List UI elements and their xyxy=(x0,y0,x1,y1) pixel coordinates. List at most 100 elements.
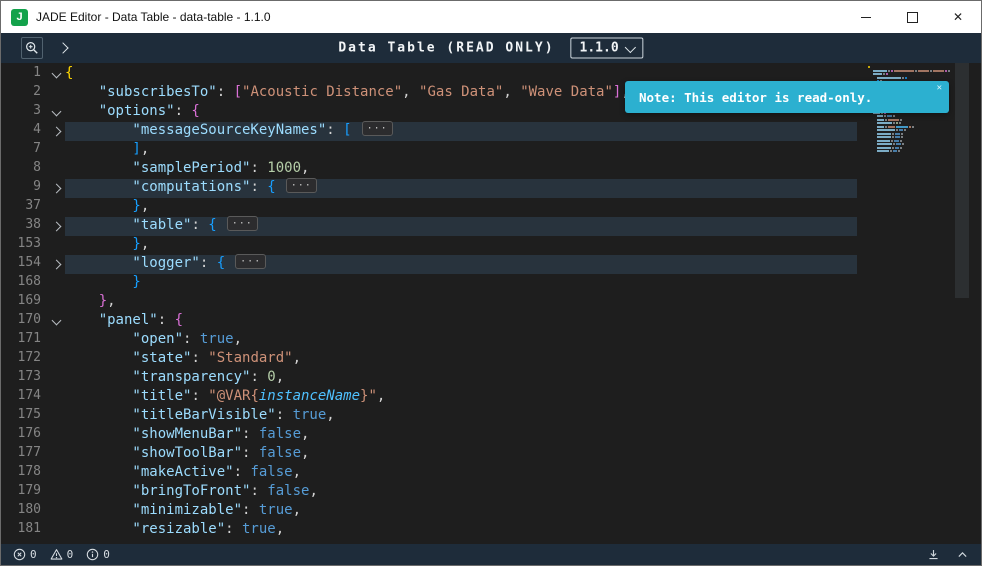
code-line[interactable]: 37}, xyxy=(1,198,857,217)
code-line[interactable]: 177 "showToolBar": false, xyxy=(1,445,857,464)
toolbar-center-group: Data Table (READ ONLY) 1.1.0 xyxy=(338,37,644,59)
window-controls: ✕ xyxy=(843,1,981,33)
code-text: "bringToFront": false, xyxy=(132,483,318,499)
code-line[interactable]: 170 "panel": { xyxy=(1,312,857,331)
scrollbar-thumb[interactable] xyxy=(955,63,969,298)
code-line[interactable]: 174 "title": "@VAR{instanceName}", xyxy=(1,388,857,407)
code-text: "panel": { xyxy=(98,312,184,328)
chevron-up-icon xyxy=(958,552,967,557)
download-icon xyxy=(929,550,938,560)
fold-right-icon[interactable] xyxy=(47,255,65,274)
code-line[interactable]: 168} xyxy=(1,274,857,293)
warning-count: 0 xyxy=(66,548,74,561)
toast-close-icon[interactable]: ✕ xyxy=(937,83,942,93)
expand-chevron-button[interactable] xyxy=(52,37,74,59)
line-number: 2 xyxy=(33,84,41,99)
code-line[interactable]: 171 "open": true, xyxy=(1,331,857,350)
code-text: "resizable": true, xyxy=(132,521,285,537)
fold-down-icon[interactable] xyxy=(47,65,65,84)
code-line[interactable]: 178 "makeActive": false, xyxy=(1,464,857,483)
folded-region-badge[interactable]: ··· xyxy=(285,177,317,193)
code-line[interactable]: 179 "bringToFront": false, xyxy=(1,483,857,502)
warnings-status[interactable]: 0 xyxy=(50,548,74,561)
code-line[interactable]: 173 "transparency": 0, xyxy=(1,369,857,388)
close-button[interactable]: ✕ xyxy=(935,1,981,33)
jade-logo-icon: J xyxy=(11,8,28,26)
code-line[interactable]: 169}, xyxy=(1,293,857,312)
line-number: 168 xyxy=(17,274,41,289)
maximize-button[interactable] xyxy=(889,1,935,33)
code-text: }, xyxy=(132,236,150,252)
line-number: 7 xyxy=(33,141,41,156)
code-line[interactable]: 8 "samplePeriod": 1000, xyxy=(1,160,857,179)
code-line[interactable]: 172 "state": "Standard", xyxy=(1,350,857,369)
error-icon xyxy=(13,548,26,561)
info-icon xyxy=(87,548,99,561)
code-editor: 1{2 "subscribesTo": ["Acoustic Distance",… xyxy=(1,63,981,544)
code-line[interactable]: 7], xyxy=(1,141,857,160)
folded-region-badge[interactable]: ··· xyxy=(361,120,393,136)
minimize-button[interactable] xyxy=(843,1,889,33)
problems-summary: 0 0 0 xyxy=(13,548,110,561)
code-line[interactable]: 4 "messageSourceKeyNames": [··· xyxy=(1,120,857,141)
app-window: J JADE Editor - Data Table - data-table … xyxy=(0,0,982,566)
line-number: 37 xyxy=(25,198,41,213)
code-area: 1{2 "subscribesTo": ["Acoustic Distance",… xyxy=(1,65,857,540)
fold-right-icon[interactable] xyxy=(47,217,65,236)
code-line[interactable]: 9 "computations": {··· xyxy=(1,177,857,198)
warning-icon xyxy=(50,549,63,560)
line-number: 38 xyxy=(25,217,41,232)
version-dropdown[interactable]: 1.1.0 xyxy=(570,37,644,59)
code-text: "titleBarVisible": true, xyxy=(132,407,335,423)
line-number: 172 xyxy=(17,350,41,365)
code-text: "table": {··· xyxy=(65,215,857,236)
editor-toolbar: Data Table (READ ONLY) 1.1.0 xyxy=(1,33,981,63)
info-count: 0 xyxy=(103,548,110,561)
folded-region-badge[interactable]: ··· xyxy=(235,253,267,269)
line-number: 8 xyxy=(33,160,41,175)
code-line[interactable]: 154 "logger": {··· xyxy=(1,253,857,274)
collapse-panel-button[interactable] xyxy=(956,548,969,561)
chevron-right-icon xyxy=(57,42,69,54)
code-line[interactable]: 175 "titleBarVisible": true, xyxy=(1,407,857,426)
version-label: 1.1.0 xyxy=(579,40,619,56)
line-number: 154 xyxy=(17,255,41,270)
vertical-scrollbar[interactable] xyxy=(955,63,969,544)
zoom-button[interactable] xyxy=(21,37,43,59)
code-line[interactable]: 153}, xyxy=(1,236,857,255)
errors-status[interactable]: 0 xyxy=(13,548,37,561)
fold-right-icon[interactable] xyxy=(47,122,65,141)
error-count: 0 xyxy=(30,548,37,561)
line-number: 180 xyxy=(17,502,41,517)
code-text: } xyxy=(132,274,141,290)
code-text: "open": true, xyxy=(132,331,243,347)
code-text: }, xyxy=(98,293,116,309)
code-text: "state": "Standard", xyxy=(132,350,302,366)
line-number: 153 xyxy=(17,236,41,251)
fold-down-icon[interactable] xyxy=(47,312,65,331)
fold-down-icon[interactable] xyxy=(47,103,65,122)
code-line[interactable]: 181 "resizable": true, xyxy=(1,521,857,540)
window-title: JADE Editor - Data Table - data-table - … xyxy=(36,10,271,24)
code-line[interactable]: 38 "table": {··· xyxy=(1,215,857,236)
code-line[interactable]: 180 "minimizable": true, xyxy=(1,502,857,521)
line-number: 177 xyxy=(17,445,41,460)
fold-right-icon[interactable] xyxy=(47,179,65,198)
code-line[interactable]: 176 "showMenuBar": false, xyxy=(1,426,857,445)
folded-region-badge[interactable]: ··· xyxy=(226,215,258,231)
download-button[interactable] xyxy=(927,548,940,561)
infos-status[interactable]: 0 xyxy=(86,548,110,561)
line-number: 174 xyxy=(17,388,41,403)
line-number: 169 xyxy=(17,293,41,308)
code-text: "computations": {··· xyxy=(65,177,857,198)
status-bar-right xyxy=(927,548,969,561)
